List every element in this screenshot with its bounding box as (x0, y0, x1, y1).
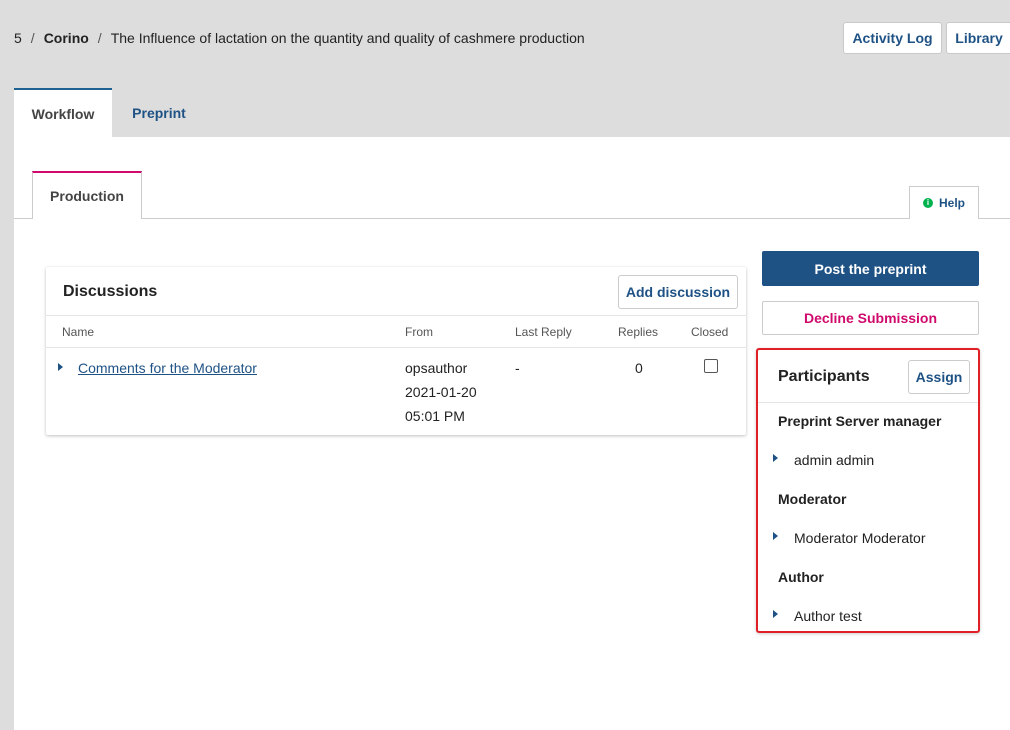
breadcrumb-separator: / (97, 30, 102, 46)
tab-production[interactable]: Production (32, 171, 142, 219)
breadcrumb-title: The Influence of lactation on the quanti… (110, 30, 585, 46)
from-date: 2021-01-20 (405, 384, 477, 400)
breadcrumb-separator: / (30, 30, 35, 46)
post-preprint-button[interactable]: Post the preprint (762, 251, 979, 286)
divider (46, 347, 746, 348)
top-bar: 5 / Corino / The Influence of lactation on t… (0, 0, 1010, 78)
add-discussion-button[interactable]: Add discussion (618, 275, 738, 309)
discussion-name[interactable]: Comments for the Moderator (78, 356, 257, 380)
column-header-from: From (405, 325, 433, 339)
tab-preprint[interactable]: Preprint (112, 88, 206, 138)
discussions-title: Discussions (63, 283, 158, 300)
role-author: Author (778, 569, 824, 585)
column-header-last-reply: Last Reply (515, 325, 572, 339)
closed-checkbox[interactable] (704, 359, 718, 373)
expand-arrow-icon[interactable] (773, 454, 778, 462)
replies-count: 0 (635, 360, 643, 376)
discussions-grid: Discussions Add discussion Name From Las… (46, 267, 746, 435)
breadcrumb: 5 / Corino / The Influence of lactation on t… (14, 30, 585, 46)
info-icon: i (922, 198, 933, 208)
decline-submission-button[interactable]: Decline Submission (762, 301, 979, 335)
workflow-panel: Production i Help Discussions Add discus… (14, 137, 1010, 730)
column-header-replies: Replies (618, 325, 659, 339)
assign-button[interactable]: Assign (908, 360, 970, 394)
participant-moderator[interactable]: Moderator Moderator (794, 530, 926, 546)
expand-arrow-icon[interactable] (773, 610, 778, 618)
column-header-name: Name (62, 325, 95, 339)
breadcrumb-author: Corino (43, 30, 89, 46)
breadcrumb-id: 5 (14, 30, 22, 46)
role-preprint-server-manager: Preprint Server manager (778, 413, 942, 429)
from-user: opsauthor (405, 360, 468, 376)
participant-admin[interactable]: admin admin (794, 452, 874, 468)
participants-panel: Participants Assign Preprint Server mana… (756, 348, 980, 633)
discussion-from: opsauthor 2021-01-20 05:01 PM (405, 356, 477, 428)
help-label: Help (938, 196, 965, 210)
library-button[interactable]: Library (946, 22, 1010, 54)
column-header-closed: Closed (691, 325, 729, 339)
participants-title: Participants (778, 368, 870, 385)
participant-author[interactable]: Author test (794, 608, 862, 624)
subtabs-divider (14, 218, 1010, 219)
tab-workflow[interactable]: Workflow (14, 88, 112, 138)
from-time: 05:01 PM (405, 408, 465, 424)
divider (758, 402, 978, 403)
divider (46, 315, 746, 316)
help-button[interactable]: i Help (909, 186, 979, 219)
last-reply: - (515, 360, 520, 376)
role-moderator: Moderator (778, 491, 847, 507)
expand-arrow-icon[interactable] (58, 363, 63, 371)
discussion-link[interactable]: Comments for the Moderator (78, 360, 257, 376)
expand-arrow-icon[interactable] (773, 532, 778, 540)
activity-log-button[interactable]: Activity Log (843, 22, 942, 54)
